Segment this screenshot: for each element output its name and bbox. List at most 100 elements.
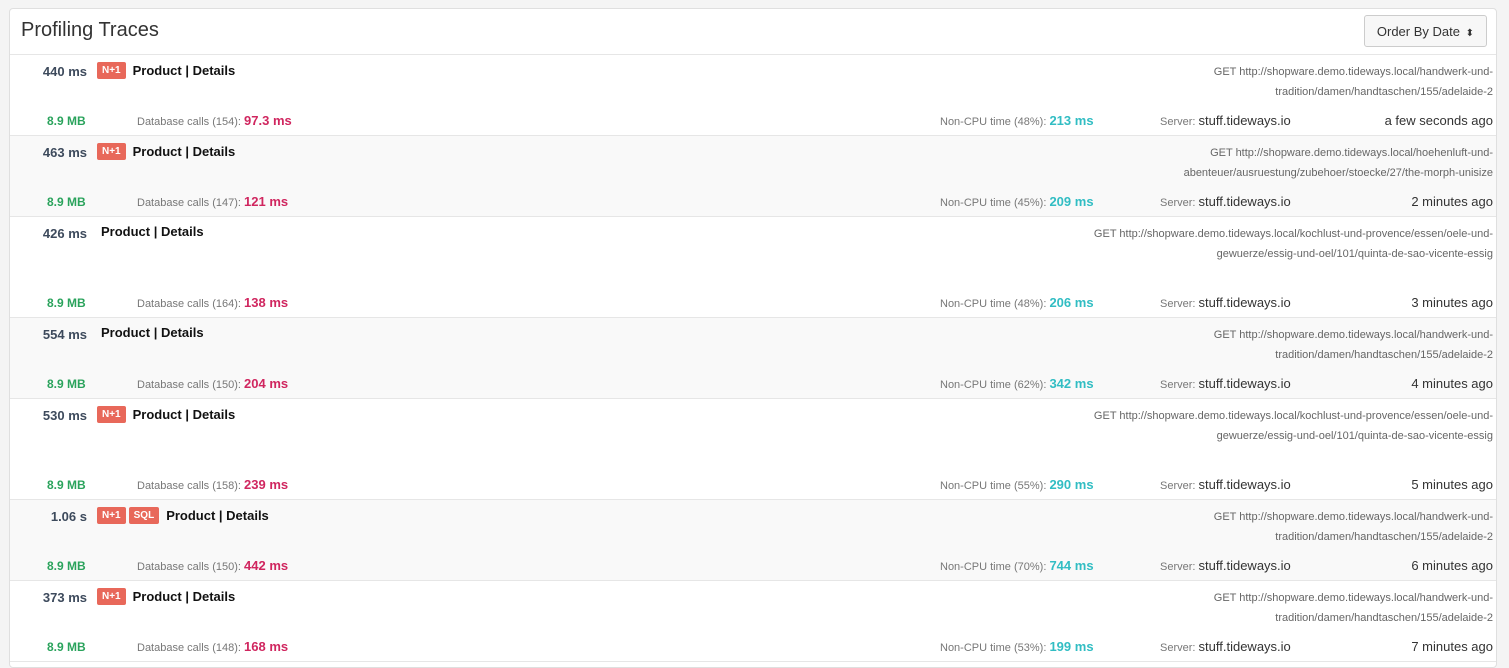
trace-server: Server: stuff.tideways.io	[1160, 376, 1291, 391]
trace-list: 440 ms N+1 Product | Details GET http://s…	[10, 55, 1496, 662]
trace-memory: 8.9 MB	[47, 114, 86, 128]
trace-memory: 8.9 MB	[47, 640, 86, 654]
non-cpu-time-value: 213 ms	[1049, 113, 1094, 128]
trace-url: GET http://shopware.demo.tideways.local/…	[1183, 147, 1493, 179]
server-name: stuff.tideways.io	[1198, 295, 1291, 310]
database-time: 204 ms	[244, 376, 289, 391]
non-cpu-time: Non-CPU time (53%): 199 ms	[940, 639, 1094, 654]
trace-row[interactable]: 1.06 s N+1 SQL Product | Details GET http:…	[10, 500, 1496, 581]
trace-duration: 530 ms	[42, 408, 87, 423]
trace-duration: 463 ms	[42, 145, 87, 160]
trace-name-link[interactable]: Product | Details	[166, 508, 269, 523]
server-name: stuff.tideways.io	[1198, 376, 1291, 391]
non-cpu-time: Non-CPU time (62%): 342 ms	[940, 376, 1094, 391]
trace-badges: N+1 Product | Details	[97, 143, 235, 160]
order-by-date-button[interactable]: Order By Date ⬍	[1363, 15, 1487, 47]
database-calls: Database calls (154): 97.3 ms	[137, 113, 292, 128]
profiling-traces-panel: Profiling Traces Order By Date ⬍ 440 ms …	[9, 8, 1497, 668]
non-cpu-time: Non-CPU time (45%): 209 ms	[940, 194, 1094, 209]
trace-badges: N+1 Product | Details	[97, 406, 235, 423]
trace-name-link[interactable]: Product | Details	[101, 224, 204, 239]
trace-server: Server: stuff.tideways.io	[1160, 639, 1291, 654]
trace-url: GET http://shopware.demo.tideways.local/…	[1213, 511, 1493, 543]
server-name: stuff.tideways.io	[1198, 194, 1291, 209]
trace-server: Server: stuff.tideways.io	[1160, 477, 1291, 492]
database-calls: Database calls (147): 121 ms	[137, 194, 289, 209]
trace-memory: 8.9 MB	[47, 559, 86, 573]
database-time: 442 ms	[244, 558, 289, 573]
database-time: 239 ms	[244, 477, 289, 492]
trace-time-ago: 6 minutes ago	[1411, 558, 1493, 573]
trace-badges: Product | Details	[97, 325, 204, 340]
non-cpu-time-value: 209 ms	[1049, 194, 1094, 209]
database-time: 138 ms	[244, 295, 289, 310]
server-name: stuff.tideways.io	[1198, 558, 1291, 573]
trace-url: GET http://shopware.demo.tideways.local/…	[1213, 66, 1493, 98]
trace-row[interactable]: 440 ms N+1 Product | Details GET http://s…	[10, 55, 1496, 136]
non-cpu-time-value: 342 ms	[1049, 376, 1094, 391]
badge-n-plus-1: N+1	[97, 507, 126, 524]
badge-sql: SQL	[128, 507, 160, 524]
database-calls: Database calls (158): 239 ms	[137, 477, 289, 492]
trace-duration: 440 ms	[42, 64, 87, 79]
trace-name-link[interactable]: Product | Details	[101, 325, 204, 340]
trace-time-ago: 5 minutes ago	[1411, 477, 1493, 492]
server-name: stuff.tideways.io	[1198, 477, 1291, 492]
trace-badges: N+1 Product | Details	[97, 62, 235, 79]
non-cpu-time: Non-CPU time (48%): 206 ms	[940, 295, 1094, 310]
trace-url: GET http://shopware.demo.tideways.local/…	[1093, 410, 1493, 442]
database-time: 121 ms	[244, 194, 289, 209]
trace-server: Server: stuff.tideways.io	[1160, 194, 1291, 209]
non-cpu-time-value: 199 ms	[1049, 639, 1094, 654]
server-name: stuff.tideways.io	[1198, 113, 1291, 128]
database-calls: Database calls (148): 168 ms	[137, 639, 289, 654]
trace-url: GET http://shopware.demo.tideways.local/…	[1213, 329, 1493, 361]
trace-name-link[interactable]: Product | Details	[133, 144, 236, 159]
trace-duration: 1.06 s	[50, 509, 87, 524]
trace-memory: 8.9 MB	[47, 195, 86, 209]
database-calls: Database calls (150): 442 ms	[137, 558, 289, 573]
trace-duration: 373 ms	[42, 590, 87, 605]
trace-server: Server: stuff.tideways.io	[1160, 558, 1291, 573]
trace-row[interactable]: 554 ms Product | Details GET http://shop…	[10, 318, 1496, 399]
trace-time-ago: 3 minutes ago	[1411, 295, 1493, 310]
trace-badges: N+1 SQL Product | Details	[97, 507, 269, 524]
non-cpu-time-value: 206 ms	[1049, 295, 1094, 310]
trace-row[interactable]: 530 ms N+1 Product | Details GET http://s…	[10, 399, 1496, 500]
badge-n-plus-1: N+1	[97, 406, 126, 423]
trace-memory: 8.9 MB	[47, 478, 86, 492]
trace-name-link[interactable]: Product | Details	[133, 589, 236, 604]
trace-server: Server: stuff.tideways.io	[1160, 295, 1291, 310]
non-cpu-time: Non-CPU time (55%): 290 ms	[940, 477, 1094, 492]
trace-time-ago: 7 minutes ago	[1411, 639, 1493, 654]
trace-memory: 8.9 MB	[47, 296, 86, 310]
trace-duration: 426 ms	[42, 226, 87, 241]
trace-time-ago: 4 minutes ago	[1411, 376, 1493, 391]
trace-url: GET http://shopware.demo.tideways.local/…	[1093, 228, 1493, 260]
trace-badges: N+1 Product | Details	[97, 588, 235, 605]
trace-name-link[interactable]: Product | Details	[133, 407, 236, 422]
trace-name-link[interactable]: Product | Details	[133, 63, 236, 78]
panel-header: Profiling Traces Order By Date ⬍	[10, 9, 1496, 55]
page-title: Profiling Traces	[21, 19, 159, 41]
server-name: stuff.tideways.io	[1198, 639, 1291, 654]
trace-memory: 8.9 MB	[47, 377, 86, 391]
non-cpu-time: Non-CPU time (70%): 744 ms	[940, 558, 1094, 573]
trace-row[interactable]: 463 ms N+1 Product | Details GET http://s…	[10, 136, 1496, 217]
non-cpu-time-value: 744 ms	[1049, 558, 1094, 573]
database-calls: Database calls (150): 204 ms	[137, 376, 289, 391]
non-cpu-time: Non-CPU time (48%): 213 ms	[940, 113, 1094, 128]
trace-time-ago: 2 minutes ago	[1411, 194, 1493, 209]
database-calls: Database calls (164): 138 ms	[137, 295, 289, 310]
trace-time-ago: a few seconds ago	[1384, 113, 1493, 128]
database-time: 97.3 ms	[244, 113, 292, 128]
trace-badges: Product | Details	[97, 224, 204, 239]
trace-server: Server: stuff.tideways.io	[1160, 113, 1291, 128]
database-time: 168 ms	[244, 639, 289, 654]
non-cpu-time-value: 290 ms	[1049, 477, 1094, 492]
badge-n-plus-1: N+1	[97, 588, 126, 605]
trace-row[interactable]: 426 ms Product | Details GET http://shop…	[10, 217, 1496, 318]
trace-row[interactable]: 373 ms N+1 Product | Details GET http://s…	[10, 581, 1496, 662]
trace-url: GET http://shopware.demo.tideways.local/…	[1213, 592, 1493, 624]
trace-duration: 554 ms	[42, 327, 87, 342]
